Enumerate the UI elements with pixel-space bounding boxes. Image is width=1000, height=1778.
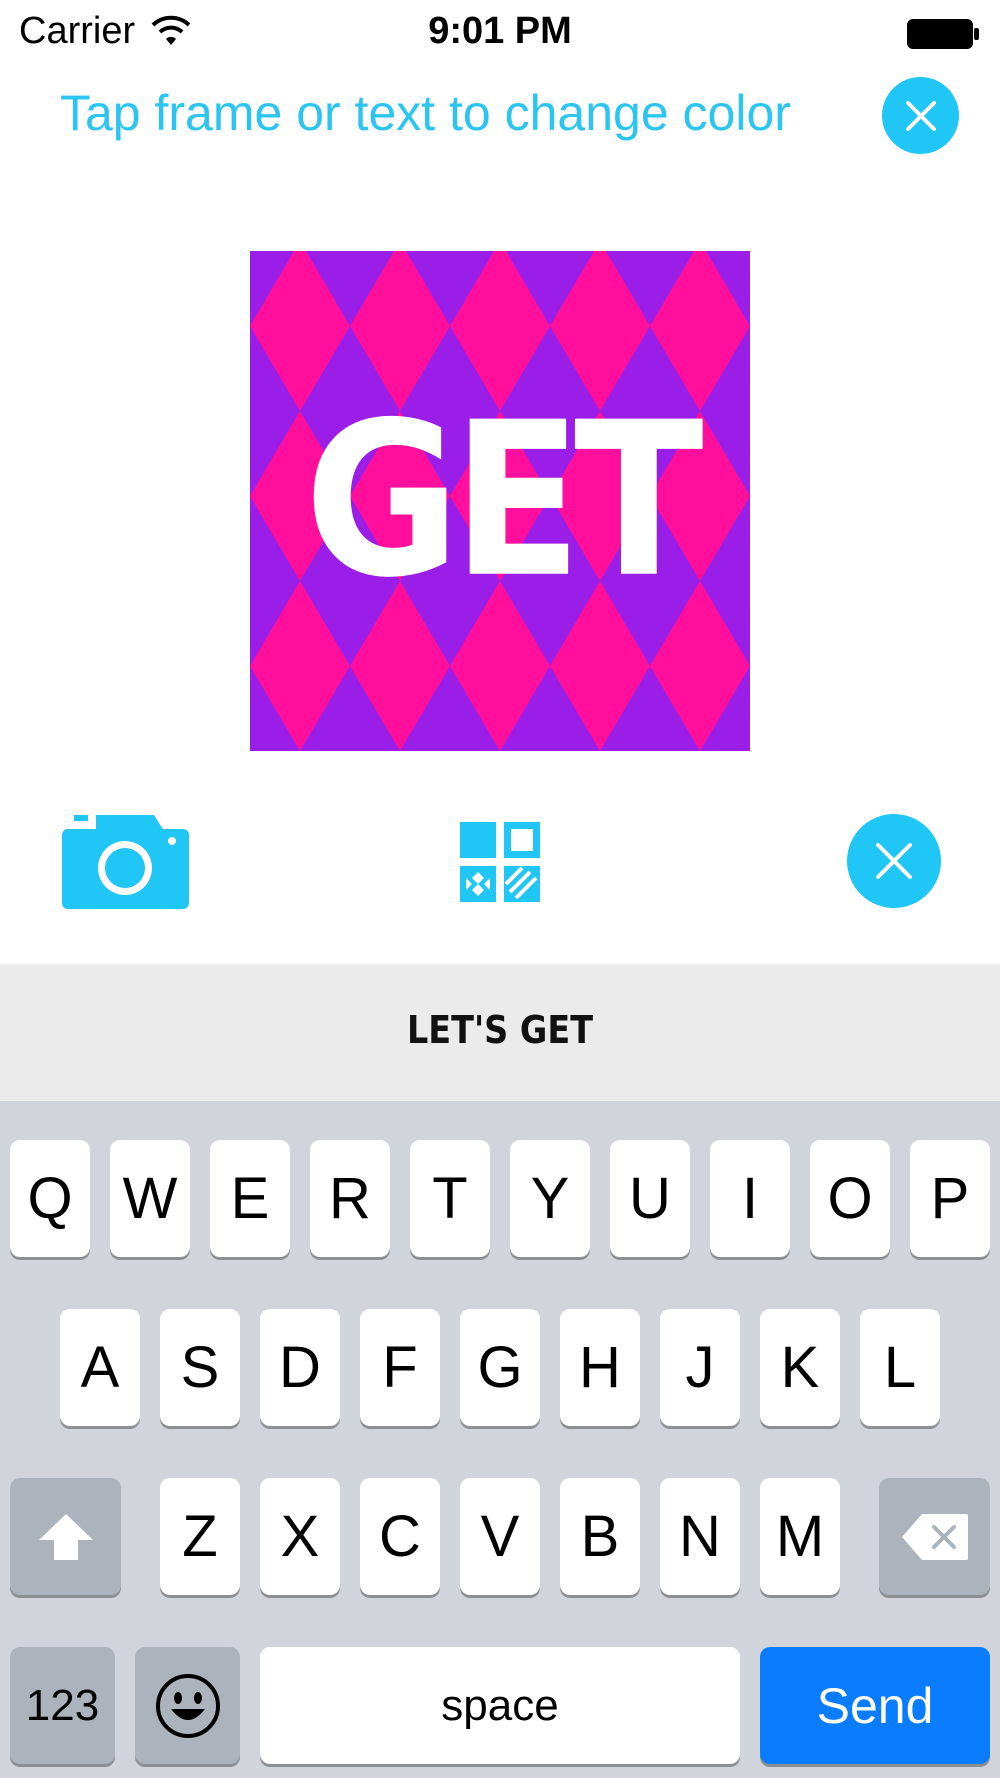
emoji-key[interactable] (135, 1647, 240, 1764)
key-o[interactable]: O (810, 1140, 890, 1257)
numbers-key[interactable]: 123 (10, 1647, 115, 1764)
key-t[interactable]: T (410, 1140, 490, 1257)
key-h[interactable]: H (560, 1309, 640, 1426)
key-v[interactable]: V (460, 1478, 540, 1595)
key-e[interactable]: E (210, 1140, 290, 1257)
preview-text[interactable]: GET (250, 388, 750, 613)
key-n[interactable]: N (660, 1478, 740, 1595)
key-q[interactable]: Q (10, 1140, 90, 1257)
space-key[interactable]: space (260, 1647, 740, 1764)
key-b[interactable]: B (560, 1478, 640, 1595)
key-r[interactable]: R (310, 1140, 390, 1257)
key-f[interactable]: F (360, 1309, 440, 1426)
backspace-key[interactable] (879, 1478, 990, 1595)
camera-icon[interactable] (62, 813, 189, 909)
key-x[interactable]: X (260, 1478, 340, 1595)
close-icon (876, 843, 912, 879)
layout-grid-icon[interactable] (460, 822, 540, 902)
key-s[interactable]: S (160, 1309, 240, 1426)
close-icon (905, 100, 936, 131)
key-l[interactable]: L (860, 1309, 940, 1426)
key-y[interactable]: Y (510, 1140, 590, 1257)
key-k[interactable]: K (760, 1309, 840, 1426)
preview-frame[interactable]: GET (250, 251, 750, 751)
backspace-icon (901, 1513, 968, 1560)
key-m[interactable]: M (760, 1478, 840, 1595)
entered-text: LET'S GET (406, 1008, 594, 1052)
text-input-strip[interactable]: LET'S GET (0, 964, 1000, 1101)
shift-icon (38, 1513, 93, 1560)
clock: 9:01 PM (428, 10, 572, 52)
key-c[interactable]: C (360, 1478, 440, 1595)
emoji-icon (155, 1673, 220, 1738)
battery-icon (907, 19, 979, 49)
key-j[interactable]: J (660, 1309, 740, 1426)
keyboard: Q W E R T Y U I O P A S D F G H J K L Z … (0, 1101, 1000, 1778)
key-u[interactable]: U (610, 1140, 690, 1257)
discard-button[interactable] (847, 814, 941, 908)
key-g[interactable]: G (460, 1309, 540, 1426)
instruction-text: Tap frame or text to change color (60, 85, 791, 141)
shift-key[interactable] (10, 1478, 121, 1595)
key-z[interactable]: Z (160, 1478, 240, 1595)
key-a[interactable]: A (60, 1309, 140, 1426)
key-w[interactable]: W (110, 1140, 190, 1257)
key-p[interactable]: P (910, 1140, 990, 1257)
send-key[interactable]: Send (760, 1647, 990, 1764)
key-d[interactable]: D (260, 1309, 340, 1426)
close-button[interactable] (882, 77, 959, 154)
key-i[interactable]: I (710, 1140, 790, 1257)
